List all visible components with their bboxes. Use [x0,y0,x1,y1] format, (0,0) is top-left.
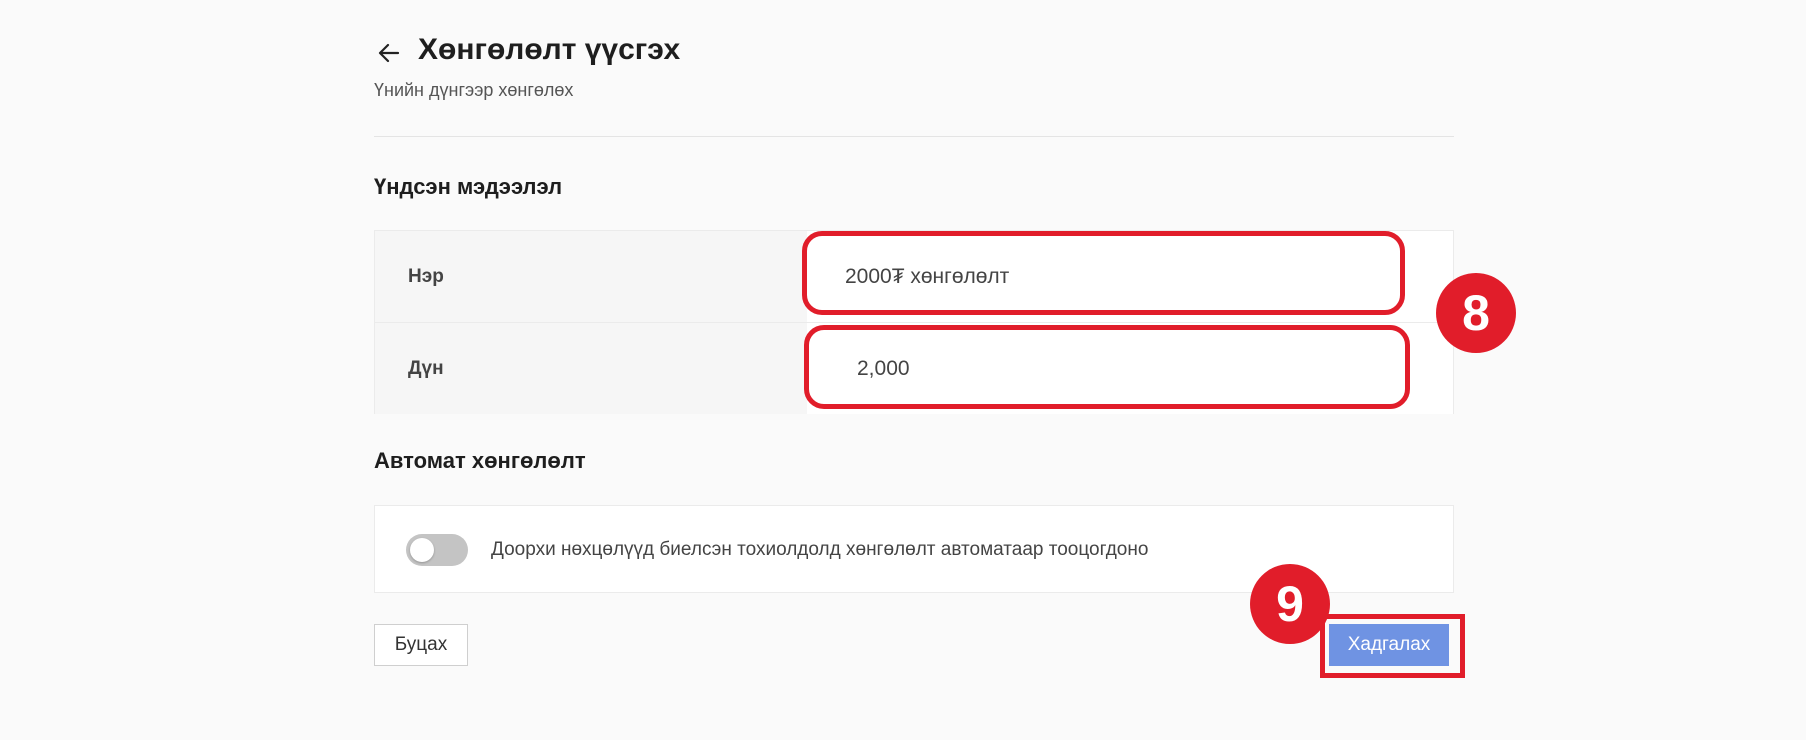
step-badge-8: 8 [1436,273,1516,353]
amount-input[interactable] [827,331,1433,406]
basic-info-title: Үндсэн мэдээлэл [374,174,563,199]
step-badge-9: 9 [1250,564,1330,644]
page-subtitle: Үнийн дүнгээр хөнгөлөх [374,80,574,100]
auto-discount-title: Автомат хөнгөлөлт [374,448,586,473]
amount-label: Дүн [375,323,807,414]
amount-value-cell [807,323,1453,414]
toggle-knob [410,538,434,562]
name-value-cell [807,231,1453,322]
arrow-left-icon [378,43,400,63]
basic-info-form: Нэр Дүн [374,230,1454,414]
auto-discount-toggle[interactable] [406,534,468,566]
discount-create-page: Хөнгөлөлт үүсгэх Үнийн дүнгээр хөнгөлөх … [374,0,1516,740]
name-input[interactable] [827,239,1433,314]
auto-discount-description: Доорхи нөхцөлүүд биелсэн тохиолдолд хөнг… [491,539,1149,560]
page-header: Хөнгөлөлт үүсгэх Үнийн дүнгээр хөнгөлөх [374,30,1454,100]
page-title: Хөнгөлөлт үүсгэх [418,33,681,66]
amount-row: Дүн [375,323,1453,414]
back-button[interactable] [374,36,404,70]
name-row: Нэр [375,231,1453,323]
save-button[interactable]: Хадгалах [1329,624,1449,666]
name-label: Нэр [375,231,807,322]
header-divider [374,136,1454,137]
cancel-button[interactable]: Буцах [374,624,468,666]
